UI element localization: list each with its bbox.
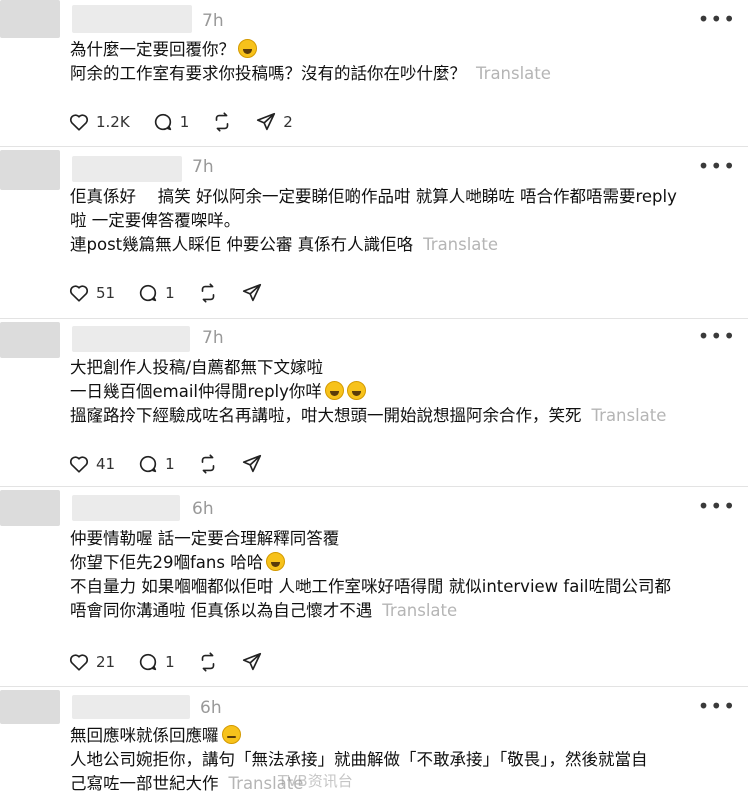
post-body: 無回應咪就係回應囉 人地公司婉拒你，講句「無法承接」就曲解做「不敢承接」「敬畏」… [70,724,744,796]
emoji-icon [346,381,366,400]
post-time: 6h [192,499,214,519]
post-body: 仲要情勒喔 話一定要合理解釋同答覆 你望下佢先29嗰fans 哈哈 不自量力 如… [70,527,744,623]
divider [0,686,748,687]
translate-link[interactable]: Translate [423,235,498,254]
repost-icon [201,283,214,303]
more-icon[interactable]: ••• [698,154,736,178]
like-count: 1.2K [96,113,130,131]
heart-icon [69,456,89,473]
post-line: 不自量力 如果嗰嗰都似佢咁 人哋工作室咪好唔得閒 就似interview fai… [70,577,672,596]
post-line: 佢真係好 搞笑 好似阿余一定要睇佢啲作品咁 就算人哋睇咗 唔合作都唔需要repl… [70,187,677,206]
avatar[interactable] [0,150,60,190]
avatar[interactable] [0,0,60,38]
username-blurred[interactable] [72,695,190,719]
repost-icon [215,112,229,132]
share-icon [242,652,261,671]
post-line: 為什麼一定要回覆你？ [70,40,235,59]
action-bar: 21 1 [68,650,285,674]
emoji-icon [324,381,344,400]
username-blurred[interactable] [72,495,180,521]
avatar[interactable] [0,322,60,358]
heart-icon [69,285,89,302]
action-bar: 51 1 [68,281,285,305]
reply-count: 1 [165,653,175,671]
username-blurred[interactable] [72,326,190,352]
reply-button[interactable]: 1 [152,111,190,133]
emoji-icon [238,39,257,58]
share-icon [242,454,261,473]
comment-icon [139,284,157,302]
heart-icon [69,114,89,131]
post-body: 佢真係好 搞笑 好似阿余一定要睇佢啲作品咁 就算人哋睇咗 唔合作都唔需要repl… [70,185,744,257]
reply-count: 1 [179,113,190,131]
comment-icon [139,455,157,473]
repost-icon [201,652,214,672]
post-line: 連post幾篇無人睬佢 仲要公審 真係冇人識佢咯 [70,235,414,254]
repost-button[interactable] [197,282,219,304]
like-button[interactable]: 21 [68,651,115,673]
post-line: 搵窿路拎下經驗成咗名再講啦，咁大想頭一開始說想搵阿余合作，笑死 [70,406,582,425]
share-button[interactable] [241,651,263,673]
reply-count: 1 [165,455,175,473]
avatar[interactable] [0,490,60,526]
post-line: 唔會同你溝通啦 佢真係以為自己懷才不遇 [70,601,373,620]
more-icon[interactable]: ••• [698,494,736,518]
share-button[interactable]: 2 [255,111,293,133]
repost-button[interactable] [211,111,233,133]
like-button[interactable]: 51 [68,282,115,304]
share-button[interactable] [241,453,263,475]
post-line: 人地公司婉拒你，講句「無法承接」就曲解做「不敢承接」「敬畏」，然後就當自 [70,750,648,769]
translate-link[interactable]: Translate [382,601,457,620]
repost-button[interactable] [197,651,219,673]
divider [0,146,748,147]
comment-icon [154,113,171,131]
divider [0,486,748,487]
post-time: 7h [202,328,224,348]
emoji-icon [266,552,286,571]
post-line: 仲要情勒喔 話一定要合理解釋同答覆 [70,529,340,548]
reply-count: 1 [165,284,175,302]
watermark: TVB资讯台 [278,772,353,790]
divider [0,318,748,319]
action-bar: 41 1 [68,452,285,476]
like-count: 51 [96,284,116,302]
post-line: 己寫咗一部世紀大作 [70,774,219,793]
like-button[interactable]: 1.2K [68,111,130,133]
share-count: 2 [283,113,293,131]
share-icon [257,112,276,131]
post-body: 為什麼一定要回覆你？ 阿余的工作室有要求你投稿嗎？沒有的話你在吵什麼？ Trans… [70,38,744,86]
more-icon[interactable]: ••• [698,694,736,718]
share-button[interactable] [241,282,263,304]
post-line: 你望下佢先29嗰fans 哈哈 [70,553,264,572]
post-time: 7h [192,157,214,177]
heart-icon [69,654,89,671]
post-time: 7h [202,11,224,31]
username-blurred[interactable] [72,5,192,33]
repost-icon [201,454,214,474]
more-icon[interactable]: ••• [698,7,736,31]
reply-button[interactable]: 1 [137,651,175,673]
more-icon[interactable]: ••• [698,324,736,348]
reply-button[interactable]: 1 [137,282,175,304]
translate-link[interactable]: Translate [592,406,667,425]
like-button[interactable]: 41 [68,453,115,475]
translate-link[interactable]: Translate [476,64,551,83]
like-count: 41 [96,455,116,473]
emoji-icon [221,725,241,744]
post-line: 一日幾百個email仲得閒reply你咩 [70,382,322,401]
post-time: 6h [200,698,222,718]
repost-button[interactable] [197,453,219,475]
post-line: 無回應咪就係回應囉 [70,726,219,745]
action-bar: 1.2K 1 2 [68,110,315,134]
like-count: 21 [96,653,116,671]
comment-icon [139,653,157,671]
avatar[interactable] [0,690,60,724]
post-line: 阿余的工作室有要求你投稿嗎？沒有的話你在吵什麼？ [70,64,466,83]
reply-button[interactable]: 1 [137,453,175,475]
post-line: 啦 一定要俾答覆㗎咩。 [70,211,241,230]
share-icon [242,283,261,302]
post-body: 大把創作人投稿/自薦都無下文嫁啦 一日幾百個email仲得閒reply你咩 搵窿… [70,356,744,428]
username-blurred[interactable] [72,156,182,182]
post-line: 大把創作人投稿/自薦都無下文嫁啦 [70,358,324,377]
